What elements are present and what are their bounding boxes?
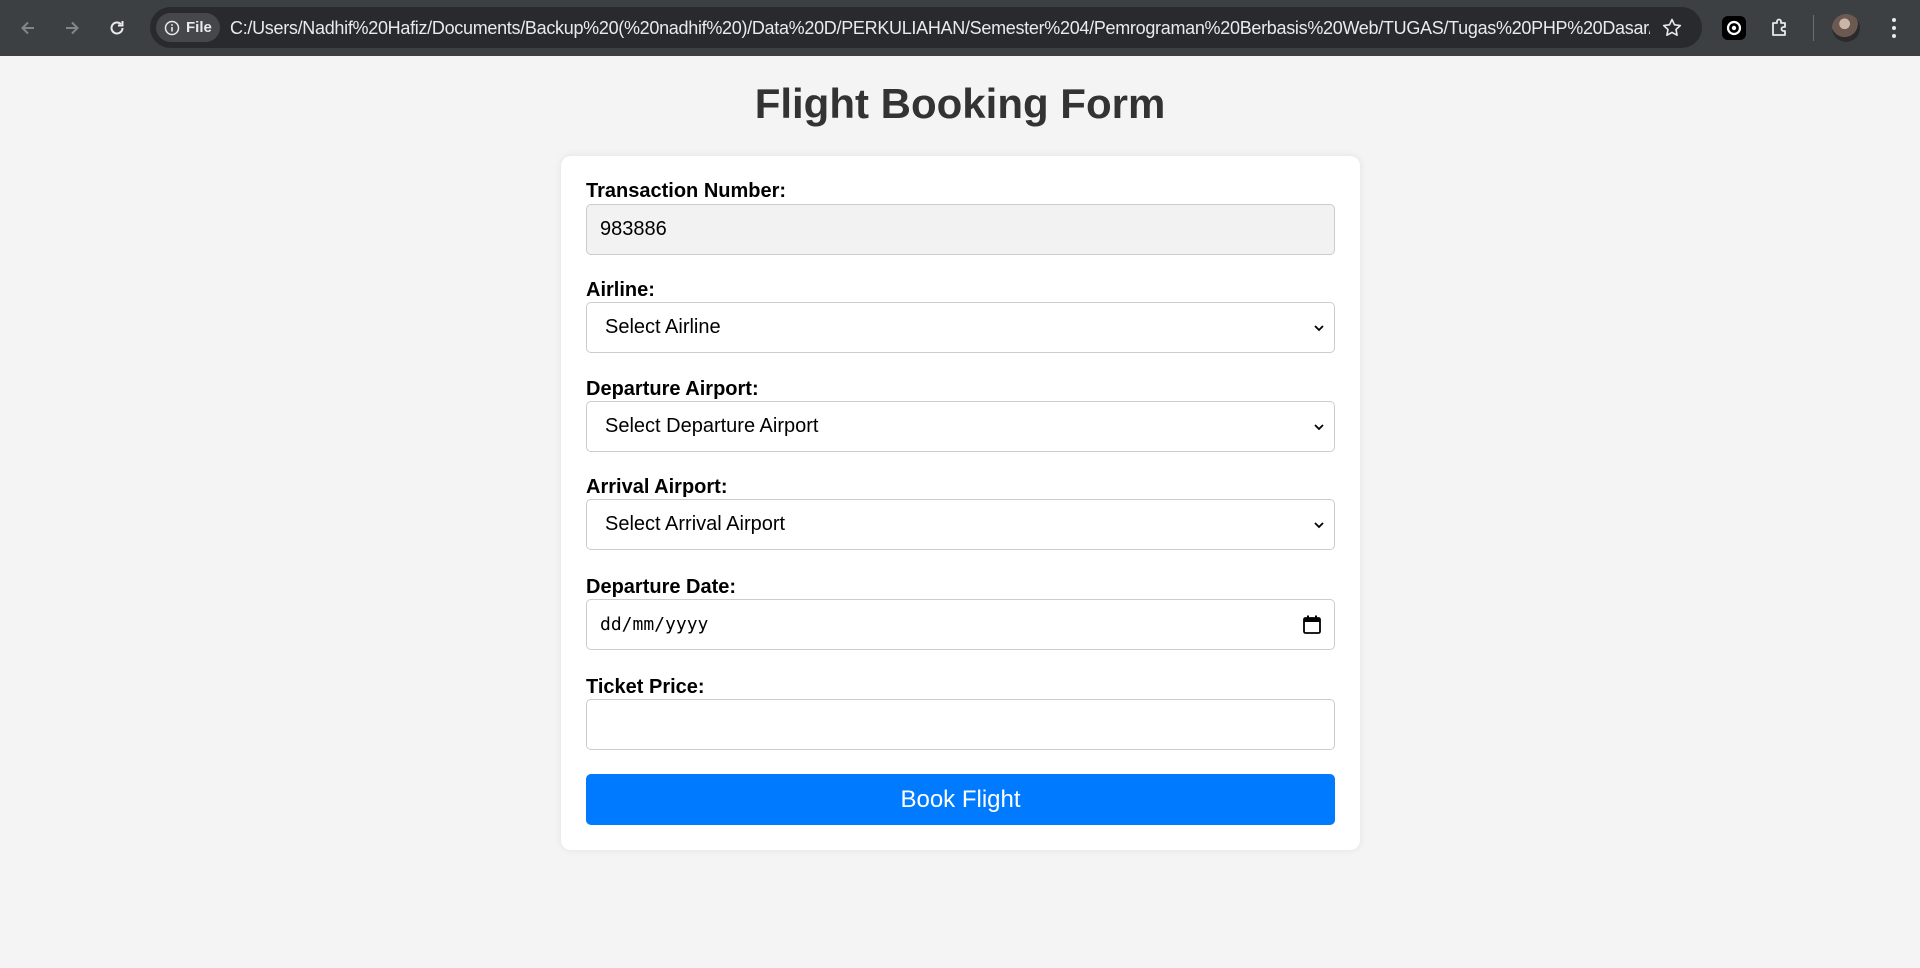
booking-form-card: Transaction Number: 983886 Airline: Sele… [561, 156, 1360, 850]
info-icon [164, 20, 180, 35]
departure-airport-label: Departure Airport: [586, 378, 759, 400]
menu-dot-icon [1892, 26, 1896, 30]
reload-icon [110, 21, 124, 35]
puzzle-icon [1772, 18, 1786, 36]
extensions-menu-button[interactable] [1762, 10, 1798, 46]
departure-date-placeholder: dd/mm/yyyy [600, 614, 709, 635]
scheme-label: File [186, 19, 212, 36]
transaction-number-field[interactable]: 983886 [586, 204, 1335, 255]
arrow-right-icon [66, 21, 79, 35]
calendar-icon[interactable] [1302, 614, 1322, 636]
address-bar[interactable]: File C:/Users/Nadhif%20Hafiz/Documents/B… [150, 7, 1702, 48]
airline-select[interactable]: Select Airline [586, 302, 1335, 353]
departure-airport-select[interactable]: Select Departure Airport [586, 401, 1335, 452]
toolbar-divider [1813, 15, 1814, 41]
site-info-chip[interactable]: File [156, 13, 220, 42]
menu-dot-icon [1892, 34, 1896, 38]
transaction-number-value: 983886 [600, 218, 667, 240]
chevron-down-icon [1314, 424, 1324, 431]
back-button[interactable] [12, 12, 44, 44]
menu-dot-icon [1892, 18, 1896, 22]
profile-avatar[interactable] [1832, 14, 1860, 42]
arrival-airport-label: Arrival Airport: [586, 476, 728, 498]
url-text[interactable]: C:/Users/Nadhif%20Hafiz/Documents/Backup… [230, 18, 1650, 39]
airline-label: Airline: [586, 279, 655, 301]
arrow-left-icon [21, 21, 34, 35]
chevron-down-icon [1314, 522, 1324, 529]
transaction-number-label: Transaction Number: [586, 180, 787, 202]
airline-selected-value: Select Airline [605, 316, 721, 338]
browser-menu-button[interactable] [1880, 14, 1908, 42]
bookmark-star-icon[interactable] [1660, 16, 1684, 40]
chevron-down-icon [1314, 325, 1324, 332]
arrival-airport-select[interactable]: Select Arrival Airport [586, 499, 1335, 550]
page-title: Flight Booking Form [754, 80, 1166, 127]
forward-button[interactable] [56, 12, 88, 44]
browser-toolbar: File C:/Users/Nadhif%20Hafiz/Documents/B… [0, 0, 1920, 56]
arrival-airport-selected-value: Select Arrival Airport [605, 513, 786, 535]
ticket-price-label: Ticket Price: [586, 676, 705, 698]
departure-airport-selected-value: Select Departure Airport [605, 415, 819, 437]
departure-date-label: Departure Date: [586, 576, 737, 598]
reload-button[interactable] [101, 12, 133, 44]
extension-logo-icon [1722, 16, 1746, 40]
book-flight-button[interactable]: Book Flight [586, 774, 1335, 825]
departure-date-input[interactable]: dd/mm/yyyy [586, 599, 1335, 650]
ticket-price-input[interactable] [586, 699, 1335, 750]
extension-button[interactable] [1716, 10, 1752, 46]
